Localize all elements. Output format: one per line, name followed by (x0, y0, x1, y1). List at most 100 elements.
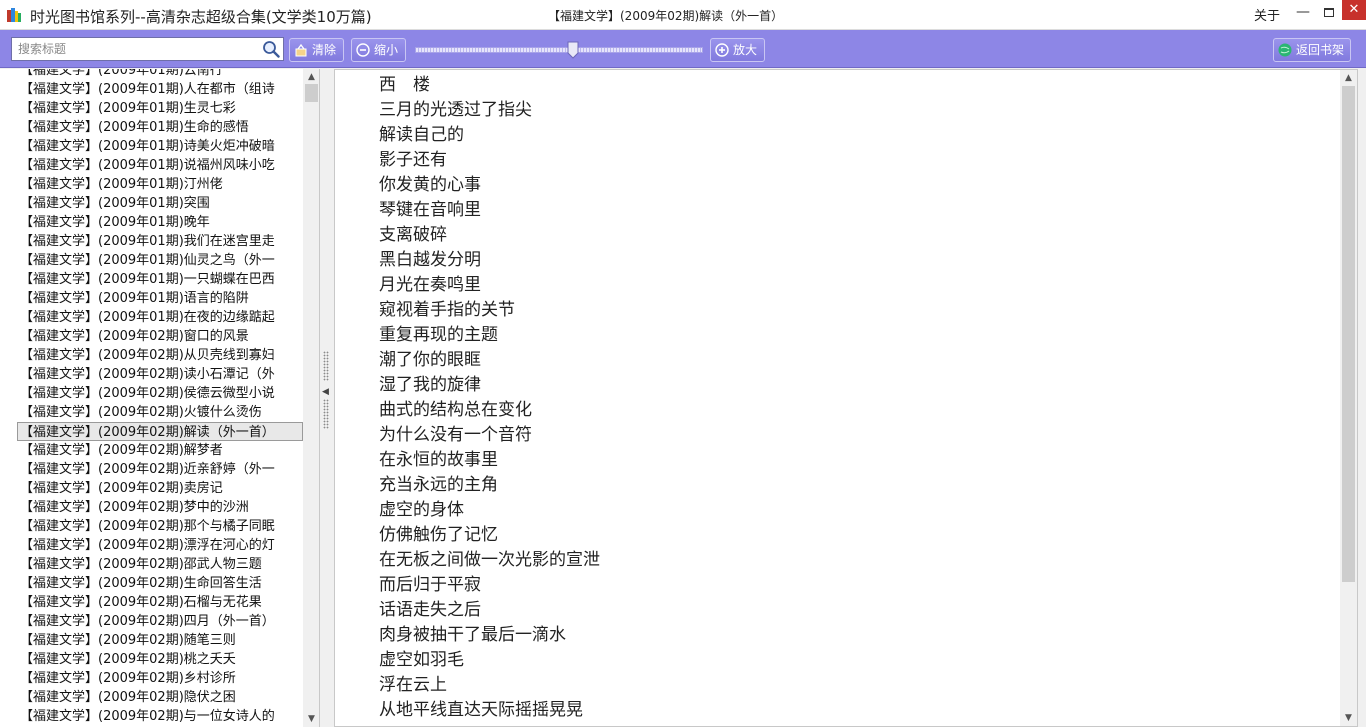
zoom-slider[interactable] (415, 41, 703, 59)
list-item[interactable]: 【福建文学】(2009年01期)云南行 (0, 69, 303, 80)
minimize-button[interactable]: — (1290, 0, 1316, 26)
list-item[interactable]: 【福建文学】(2009年02期)读小石潭记（外 (0, 365, 303, 384)
scroll-down-icon[interactable]: ▼ (303, 711, 319, 727)
list-item[interactable]: 【福建文学】(2009年01期)生灵七彩 (0, 99, 303, 118)
list-item[interactable]: 【福建文学】(2009年02期)邵武人物三题 (0, 555, 303, 574)
poem-line: 琴键在音响里 (379, 200, 481, 220)
list-item[interactable]: 【福建文学】(2009年01期)说福州风味小吃 (0, 156, 303, 175)
poem-line: 虚空如羽毛 (379, 650, 464, 670)
poem-line: 从地平线直达天际摇摇晃晃 (379, 700, 583, 720)
search-box (11, 37, 284, 61)
poem-line: 影子还有 (379, 150, 447, 170)
list-item[interactable]: 【福建文学】(2009年01期)一只蝴蝶在巴西 (0, 270, 303, 289)
search-input[interactable] (12, 38, 257, 60)
minus-circle-icon (356, 43, 370, 57)
content-scrollbar[interactable]: ▲ ▼ (1340, 70, 1357, 726)
list-item[interactable]: 【福建文学】(2009年02期)桃之夭夭 (0, 650, 303, 669)
list-item[interactable]: 【福建文学】(2009年01期)仙灵之鸟（外一 (0, 251, 303, 270)
article-list-scrollbar[interactable]: ▲ ▼ (303, 69, 319, 727)
poem-line: 月光在奏鸣里 (379, 275, 481, 295)
maximize-icon (1324, 8, 1334, 17)
article-list-panel: 【福建文学】(2009年01期)云南行 【福建文学】(2009年01期)人在都市（… (0, 69, 320, 727)
poem-line: 湿了我的旋律 (379, 375, 481, 395)
poem-text: 西 楼三月的光透过了指尖 解读自己的 影子还有 你发黄的心事 琴键在音响里 支离破碎 黑白越… (379, 73, 600, 723)
about-button[interactable]: 关于 (1254, 5, 1280, 24)
list-item[interactable]: 【福建文学】(2009年02期)四月（外一首） (0, 612, 303, 631)
list-item[interactable]: 【福建文学】(2009年01期)我们在迷宫里走 (0, 232, 303, 251)
zoom-in-button[interactable]: 放大 (710, 38, 765, 62)
list-item[interactable]: 【福建文学】(2009年01期)生命的感悟 (0, 118, 303, 137)
list-item[interactable]: 【福建文学】(2009年02期)侯德云微型小说 (0, 384, 303, 403)
return-to-shelf-button[interactable]: 返回书架 (1273, 38, 1351, 62)
clear-button-label: 清除 (312, 43, 337, 57)
poem-line: 浮在云上 (379, 675, 447, 695)
list-item[interactable]: 【福建文学】(2009年02期)石榴与无花果 (0, 593, 303, 612)
poem-line: 黑白越发分明 (379, 250, 481, 270)
article-list-scroll-thumb[interactable] (305, 84, 318, 102)
list-item[interactable]: 【福建文学】(2009年02期)火镀什么烫伤 (0, 403, 303, 422)
scroll-up-icon[interactable]: ▲ (303, 69, 319, 85)
list-item[interactable]: 【福建文学】(2009年02期)卖房记 (0, 479, 303, 498)
zoom-out-button[interactable]: 缩小 (351, 38, 406, 62)
list-item[interactable]: 【福建文学】(2009年02期)解梦者 (0, 441, 303, 460)
list-item[interactable]: 【福建文学】(2009年01期)语言的陷阱 (0, 289, 303, 308)
plus-circle-icon (715, 43, 729, 57)
close-button[interactable]: ✕ (1342, 0, 1366, 20)
article-list: 【福建文学】(2009年01期)云南行 【福建文学】(2009年01期)人在都市（… (0, 69, 303, 726)
poem-line: 你发黄的心事 (379, 175, 481, 195)
poem-line: 曲式的结构总在变化 (379, 400, 532, 420)
poem-line: 在无板之间做一次光影的宣泄 (379, 550, 600, 570)
list-item[interactable]: 【福建文学】(2009年01期)在夜的边缘踮起 (0, 308, 303, 327)
document-title: 【福建文学】(2009年02期)解读（外一首） (548, 9, 784, 23)
list-item-selected[interactable]: 【福建文学】(2009年02期)解读（外一首） (17, 422, 303, 441)
list-item[interactable]: 【福建文学】(2009年02期)乡村诊所 (0, 669, 303, 688)
list-item[interactable]: 【福建文学】(2009年02期)生命回答生活 (0, 574, 303, 593)
clear-button[interactable]: 清除 (289, 38, 344, 62)
list-item[interactable]: 【福建文学】(2009年01期)突围 (0, 194, 303, 213)
content-scroll-thumb[interactable] (1342, 86, 1355, 582)
search-icon[interactable] (262, 40, 280, 58)
poem-line: 而后归于平寂 (379, 575, 481, 595)
list-item[interactable]: 【福建文学】(2009年02期)那个与橘子同眠 (0, 517, 303, 536)
panel-splitter[interactable]: ◀ (320, 69, 334, 727)
list-item[interactable]: 【福建文学】(2009年01期)汀州佬 (0, 175, 303, 194)
toolbar: 清除 缩小 放大 返回书架 (0, 30, 1366, 68)
list-item[interactable]: 【福建文学】(2009年02期)近亲舒婷（外一 (0, 460, 303, 479)
poem-line: 窥视着手指的关节 (379, 300, 515, 320)
list-item[interactable]: 【福建文学】(2009年02期)从贝壳线到寡妇 (0, 346, 303, 365)
return-to-shelf-label: 返回书架 (1296, 43, 1345, 57)
list-item[interactable]: 【福建文学】(2009年02期)窗口的风景 (0, 327, 303, 346)
poem-line: 三月的光透过了指尖 (379, 100, 532, 120)
poem-line: 话语走失之后 (379, 600, 481, 620)
zoom-slider-track (415, 47, 703, 53)
content-scroll-up-icon[interactable]: ▲ (1340, 70, 1357, 86)
poem-line: 潮了你的眼眶 (379, 350, 481, 370)
maximize-button[interactable] (1316, 0, 1342, 26)
splitter-grip-bottom (323, 399, 329, 429)
eraser-icon (295, 43, 307, 57)
poem-line: 在永恒的故事里 (379, 450, 498, 470)
reader-content: 西 楼三月的光透过了指尖 解读自己的 影子还有 你发黄的心事 琴键在音响里 支离破碎 黑白越… (334, 69, 1358, 727)
zoom-in-label: 放大 (733, 43, 758, 57)
list-item[interactable]: 【福建文学】(2009年01期)人在都市（组诗 (0, 80, 303, 99)
poem-line: 重复再现的主题 (379, 325, 498, 345)
collapse-left-icon[interactable]: ◀ (322, 387, 329, 397)
list-item[interactable]: 【福建文学】(2009年02期)随笔三则 (0, 631, 303, 650)
list-item[interactable]: 【福建文学】(2009年02期)梦中的沙洲 (0, 498, 303, 517)
title-bar: 时光图书馆系列--高清杂志超级合集(文学类10万篇) 【福建文学】(2009年0… (0, 0, 1366, 30)
list-item[interactable]: 【福建文学】(2009年02期)漂浮在河心的灯 (0, 536, 303, 555)
list-item[interactable]: 【福建文学】(2009年01期)诗美火炬冲破暗 (0, 137, 303, 156)
poem-title: 西 楼 (379, 75, 430, 95)
zoom-slider-thumb[interactable] (567, 41, 579, 59)
poem-line: 充当永远的主角 (379, 475, 498, 495)
book-app-icon (7, 8, 21, 22)
poem-line: 解读自己的 (379, 125, 464, 145)
list-item[interactable]: 【福建文学】(2009年02期)隐伏之困 (0, 688, 303, 707)
list-item[interactable]: 【福建文学】(2009年02期)与一位女诗人的 (0, 707, 303, 726)
poem-line: 为什么没有一个音符 (379, 425, 532, 445)
content-scroll-down-icon[interactable]: ▼ (1340, 710, 1357, 726)
poem-line: 肉身被抽干了最后一滴水 (379, 625, 566, 645)
poem-line: 虚空的身体 (379, 500, 464, 520)
app-title: 时光图书馆系列--高清杂志超级合集(文学类10万篇) (30, 8, 372, 26)
list-item[interactable]: 【福建文学】(2009年01期)晚年 (0, 213, 303, 232)
